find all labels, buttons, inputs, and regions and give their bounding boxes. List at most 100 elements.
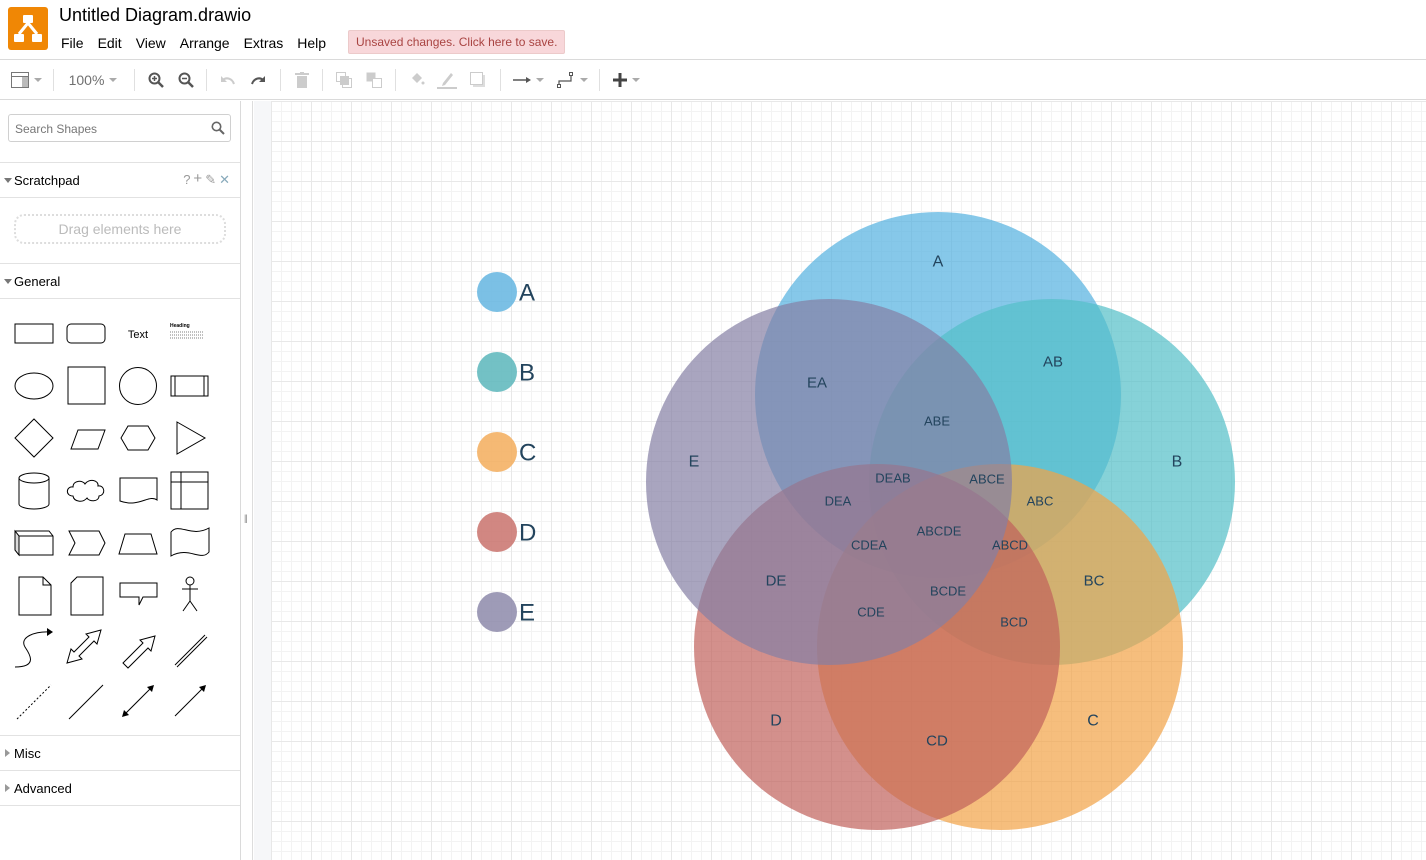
to-back-button[interactable] xyxy=(362,68,386,92)
region-label-deab[interactable]: DEAB xyxy=(875,471,910,486)
shape-rectangle[interactable] xyxy=(9,308,59,358)
shape-tape[interactable] xyxy=(165,518,215,568)
general-header[interactable]: General xyxy=(0,263,240,298)
zoom-out-button[interactable] xyxy=(174,68,198,92)
legend-item-b[interactable]: B xyxy=(477,352,535,392)
format-panel-toggle-button[interactable] xyxy=(8,68,44,92)
region-label-abce[interactable]: ABCE xyxy=(969,472,1005,487)
shape-hexagon[interactable] xyxy=(113,413,163,463)
region-label-a[interactable]: A xyxy=(933,254,944,271)
shape-cylinder[interactable] xyxy=(9,466,59,516)
region-label-abc[interactable]: ABC xyxy=(1027,494,1054,509)
shape-circle[interactable] xyxy=(113,361,163,411)
drawio-logo-icon[interactable] xyxy=(8,7,48,50)
shape-cloud[interactable] xyxy=(61,466,111,516)
add-icon[interactable]: + xyxy=(193,171,202,188)
shape-step[interactable] xyxy=(61,518,111,568)
waypoints-dropdown[interactable] xyxy=(554,68,590,92)
region-label-cde[interactable]: CDE xyxy=(857,605,885,620)
shape-parallelogram[interactable] xyxy=(61,413,111,463)
document-title[interactable]: Untitled Diagram.drawio xyxy=(59,5,251,26)
region-label-ea[interactable]: EA xyxy=(807,375,827,392)
legend-item-c[interactable]: C xyxy=(477,432,536,472)
region-label-cdea[interactable]: CDEA xyxy=(851,538,887,553)
shape-square[interactable] xyxy=(61,361,111,411)
shape-dashed-line[interactable] xyxy=(9,676,59,726)
shape-directional-connector[interactable] xyxy=(165,676,215,726)
fill-color-button[interactable] xyxy=(405,68,429,92)
shape-rounded-rectangle[interactable] xyxy=(61,308,111,358)
arrow-right-icon xyxy=(512,77,531,83)
shape-document[interactable] xyxy=(113,466,163,516)
zoom-in-button[interactable] xyxy=(144,68,168,92)
misc-header[interactable]: Misc xyxy=(0,735,240,770)
line-color-button[interactable] xyxy=(435,68,459,92)
shape-arrow[interactable] xyxy=(113,623,163,673)
arrow-icon xyxy=(122,635,156,669)
unsaved-changes-notice[interactable]: Unsaved changes. Click here to save. xyxy=(348,30,566,54)
menu-file[interactable]: File xyxy=(54,33,91,53)
legend-item-a[interactable]: A xyxy=(477,272,535,312)
shape-link[interactable] xyxy=(165,623,215,673)
region-label-cd[interactable]: CD xyxy=(926,733,948,750)
region-label-e[interactable]: E xyxy=(689,454,700,471)
sidebar-resize-handle[interactable]: || xyxy=(241,101,253,860)
close-icon[interactable]: ✕ xyxy=(219,172,230,188)
legend-item-e[interactable]: E xyxy=(477,592,535,632)
shape-bidirectional-arrow[interactable] xyxy=(61,623,111,673)
region-label-c[interactable]: C xyxy=(1087,713,1099,730)
region-label-abcde[interactable]: ABCDE xyxy=(917,524,962,539)
shape-callout[interactable] xyxy=(113,571,163,621)
legend-item-d[interactable]: D xyxy=(477,512,536,552)
region-label-bcde[interactable]: BCDE xyxy=(930,584,966,599)
region-label-d[interactable]: D xyxy=(770,713,782,730)
shape-bidirectional-connector[interactable] xyxy=(113,676,163,726)
region-label-ab[interactable]: AB xyxy=(1043,354,1063,371)
insert-dropdown[interactable] xyxy=(608,68,644,92)
shadow-button[interactable] xyxy=(466,68,490,92)
region-label-bc[interactable]: BC xyxy=(1084,573,1105,590)
region-label-b[interactable]: B xyxy=(1172,454,1183,471)
region-label-de[interactable]: DE xyxy=(766,573,787,590)
region-label-abcd[interactable]: ABCD xyxy=(992,538,1028,553)
scratchpad-dropzone[interactable]: Drag elements here xyxy=(14,214,226,244)
shape-diamond[interactable] xyxy=(9,413,59,463)
shape-actor[interactable] xyxy=(165,571,215,621)
shape-text[interactable]: Text xyxy=(113,308,163,358)
shape-trapezoid[interactable] xyxy=(113,518,163,568)
edit-icon[interactable]: ✎ xyxy=(205,172,216,188)
shape-card[interactable] xyxy=(61,571,111,621)
diagram-canvas[interactable]: A B C D E A B C D E AB BC CD DE EA ABE ABC BCD CDE DEA DEAB A… xyxy=(271,101,1426,860)
region-label-abe[interactable]: ABE xyxy=(924,414,950,429)
shape-internal-storage[interactable] xyxy=(165,466,215,516)
region-label-dea[interactable]: DEA xyxy=(825,494,852,509)
shape-curved-arrow[interactable] xyxy=(9,623,59,673)
region-label-bcd[interactable]: BCD xyxy=(1000,615,1027,630)
shape-ellipse[interactable] xyxy=(9,361,59,411)
advanced-header[interactable]: Advanced xyxy=(0,770,240,805)
search-icon[interactable] xyxy=(211,121,225,135)
menu-edit[interactable]: Edit xyxy=(91,33,129,53)
chevron-down-icon xyxy=(535,78,544,82)
shape-cube[interactable] xyxy=(9,518,59,568)
connection-style-dropdown[interactable] xyxy=(510,68,546,92)
menu-arrange[interactable]: Arrange xyxy=(173,33,237,53)
shape-note[interactable] xyxy=(9,571,59,621)
menu-help[interactable]: Help xyxy=(290,33,333,53)
menu-extras[interactable]: Extras xyxy=(237,33,291,53)
text-icon: Text xyxy=(128,329,148,341)
venn-set-e[interactable] xyxy=(646,299,1012,665)
scratchpad-header[interactable]: Scratchpad ? + ✎ ✕ xyxy=(0,162,240,197)
shape-process[interactable] xyxy=(165,361,215,411)
menu-view[interactable]: View xyxy=(129,33,173,53)
zoom-level-dropdown[interactable]: 100% xyxy=(62,68,124,92)
undo-button[interactable] xyxy=(216,68,240,92)
shape-line[interactable] xyxy=(61,676,111,726)
to-front-button[interactable] xyxy=(332,68,356,92)
help-icon[interactable]: ? xyxy=(183,172,190,188)
redo-button[interactable] xyxy=(246,68,270,92)
shape-textbox[interactable]: Heading xyxy=(165,308,215,358)
search-shapes-input[interactable] xyxy=(15,120,205,137)
delete-button[interactable] xyxy=(290,68,314,92)
shape-triangle[interactable] xyxy=(165,413,215,463)
